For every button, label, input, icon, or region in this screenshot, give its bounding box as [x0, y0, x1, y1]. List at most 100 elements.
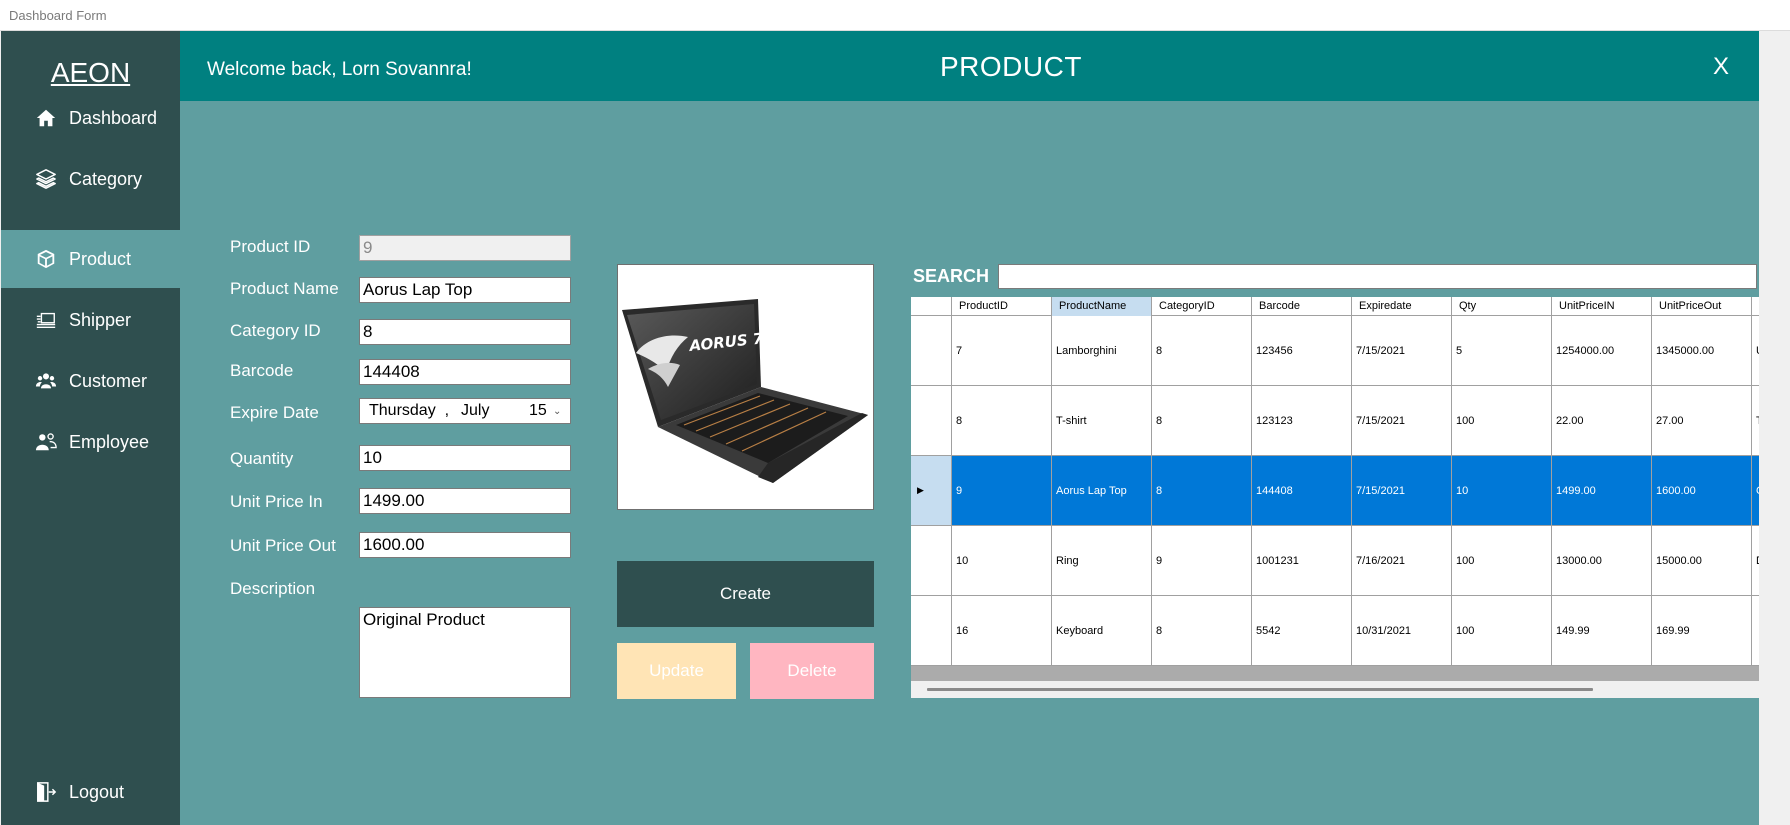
- cell-more[interactable]: D: [1752, 526, 1759, 595]
- cell-barcode[interactable]: 5542: [1252, 596, 1352, 665]
- column-header-more[interactable]: [1752, 297, 1759, 316]
- cell-unitpricein[interactable]: 1499.00: [1552, 456, 1652, 525]
- expire-date-picker[interactable]: Thursday , July 15 ⌄: [359, 398, 571, 424]
- cell-more[interactable]: [1752, 596, 1759, 665]
- product-grid[interactable]: ProductID ProductName CategoryID Barcode…: [911, 297, 1759, 698]
- cell-barcode[interactable]: 144408: [1252, 456, 1352, 525]
- sidebar-item-employee[interactable]: Employee: [1, 413, 180, 471]
- cell-qty[interactable]: 100: [1452, 386, 1552, 455]
- search-input[interactable]: [998, 264, 1757, 289]
- cell-unitpriceout[interactable]: 1345000.00: [1652, 316, 1752, 385]
- product-name-field[interactable]: [359, 277, 571, 303]
- category-id-field[interactable]: [359, 319, 571, 345]
- sidebar-item-label: Employee: [69, 431, 150, 452]
- create-button[interactable]: Create: [617, 561, 874, 627]
- cell-qty[interactable]: 100: [1452, 526, 1552, 595]
- cell-productid[interactable]: 16: [952, 596, 1052, 665]
- sidebar-item-category[interactable]: Category: [1, 150, 180, 208]
- logout-label: Logout: [69, 781, 125, 802]
- logout-button[interactable]: Logout: [1, 763, 180, 821]
- chevron-down-icon[interactable]: ⌄: [553, 406, 561, 417]
- cell-qty[interactable]: 100: [1452, 596, 1552, 665]
- cell-expiredate[interactable]: 7/15/2021: [1352, 316, 1452, 385]
- cell-more[interactable]: O: [1752, 456, 1759, 525]
- cell-productname[interactable]: Aorus Lap Top: [1052, 456, 1152, 525]
- cell-productid[interactable]: 8: [952, 386, 1052, 455]
- cell-more[interactable]: T: [1752, 386, 1759, 455]
- cell-productid[interactable]: 9: [952, 456, 1052, 525]
- quantity-field[interactable]: [359, 445, 571, 471]
- update-button[interactable]: Update: [617, 643, 736, 699]
- product-id-field[interactable]: [359, 235, 571, 261]
- row-header[interactable]: ▶: [911, 456, 952, 525]
- cell-expiredate[interactable]: 7/15/2021: [1352, 386, 1452, 455]
- sidebar-item-shipper[interactable]: Shipper: [1, 291, 180, 349]
- table-row-selected[interactable]: ▶ 9 Aorus Lap Top 8 144408 7/15/2021 10 …: [911, 456, 1759, 526]
- column-header-productid[interactable]: ProductID: [952, 297, 1052, 316]
- cell-expiredate[interactable]: 7/15/2021: [1352, 456, 1452, 525]
- cell-productid[interactable]: 10: [952, 526, 1052, 595]
- cell-unitpriceout[interactable]: 1600.00: [1652, 456, 1752, 525]
- cell-productname[interactable]: Keyboard: [1052, 596, 1152, 665]
- category-id-label: Category ID: [230, 321, 321, 340]
- cell-qty[interactable]: 10: [1452, 456, 1552, 525]
- sidebar-item-dashboard[interactable]: Dashboard: [1, 89, 180, 147]
- unit-price-out-field[interactable]: [359, 532, 571, 558]
- table-row[interactable]: 7 Lamborghini 8 123456 7/15/2021 5 12540…: [911, 316, 1759, 386]
- cell-productname[interactable]: T-shirt: [1052, 386, 1152, 455]
- cell-categoryid[interactable]: 8: [1152, 316, 1252, 385]
- cell-productname[interactable]: Lamborghini: [1052, 316, 1152, 385]
- unit-price-in-field[interactable]: [359, 488, 571, 514]
- column-header-productname[interactable]: ProductName: [1052, 297, 1152, 316]
- column-header-unitpricein[interactable]: UnitPriceIN: [1552, 297, 1652, 316]
- row-header[interactable]: [911, 526, 952, 595]
- table-row[interactable]: 10 Ring 9 1001231 7/16/2021 100 13000.00…: [911, 526, 1759, 596]
- cell-productid[interactable]: 7: [952, 316, 1052, 385]
- cell-unitpriceout[interactable]: 27.00: [1652, 386, 1752, 455]
- horizontal-scrollbar[interactable]: [911, 681, 1759, 698]
- cell-categoryid[interactable]: 8: [1152, 386, 1252, 455]
- cell-expiredate[interactable]: 10/31/2021: [1352, 596, 1452, 665]
- column-header-qty[interactable]: Qty: [1452, 297, 1552, 316]
- column-header-expiredate[interactable]: Expiredate: [1352, 297, 1452, 316]
- barcode-label: Barcode: [230, 361, 294, 380]
- cell-categoryid[interactable]: 8: [1152, 456, 1252, 525]
- column-header-categoryid[interactable]: CategoryID: [1152, 297, 1252, 316]
- cell-unitpricein[interactable]: 149.99: [1552, 596, 1652, 665]
- cell-barcode[interactable]: 123123: [1252, 386, 1352, 455]
- cell-unitpriceout[interactable]: 15000.00: [1652, 526, 1752, 595]
- close-button[interactable]: X: [1713, 53, 1729, 81]
- product-image[interactable]: AORUS 7: [617, 264, 874, 510]
- sidebar-item-customer[interactable]: Customer: [1, 352, 180, 410]
- cell-categoryid[interactable]: 9: [1152, 526, 1252, 595]
- row-header[interactable]: [911, 596, 952, 665]
- table-row[interactable]: 8 T-shirt 8 123123 7/15/2021 100 22.00 2…: [911, 386, 1759, 456]
- sidebar-item-label: Customer: [69, 370, 148, 391]
- cell-unitpriceout[interactable]: 169.99: [1652, 596, 1752, 665]
- column-header-barcode[interactable]: Barcode: [1252, 297, 1352, 316]
- cell-unitpricein[interactable]: 1254000.00: [1552, 316, 1652, 385]
- cell-unitpricein[interactable]: 13000.00: [1552, 526, 1652, 595]
- description-field[interactable]: Original Product: [359, 607, 571, 698]
- row-header[interactable]: [911, 316, 952, 385]
- cell-barcode[interactable]: 123456: [1252, 316, 1352, 385]
- table-row[interactable]: 16 Keyboard 8 5542 10/31/2021 100 149.99…: [911, 596, 1759, 666]
- unit-price-out-label: Unit Price Out: [230, 536, 336, 555]
- sidebar-item-product[interactable]: Product: [1, 230, 180, 288]
- brand-logo[interactable]: AEON: [1, 57, 180, 89]
- barcode-field[interactable]: [359, 359, 571, 385]
- cell-unitpricein[interactable]: 22.00: [1552, 386, 1652, 455]
- scrollbar-thumb[interactable]: [927, 688, 1593, 691]
- cell-expiredate[interactable]: 7/16/2021: [1352, 526, 1452, 595]
- cell-productname[interactable]: Ring: [1052, 526, 1152, 595]
- cell-barcode[interactable]: 1001231: [1252, 526, 1352, 595]
- cell-qty[interactable]: 5: [1452, 316, 1552, 385]
- cell-categoryid[interactable]: 8: [1152, 596, 1252, 665]
- search-label: SEARCH: [913, 266, 990, 286]
- expire-date-month: July: [461, 402, 490, 419]
- column-header-unitpriceout[interactable]: UnitPriceOut: [1652, 297, 1752, 316]
- quantity-label: Quantity: [230, 449, 294, 468]
- row-header[interactable]: [911, 386, 952, 455]
- cell-more[interactable]: U: [1752, 316, 1759, 385]
- delete-button[interactable]: Delete: [750, 643, 874, 699]
